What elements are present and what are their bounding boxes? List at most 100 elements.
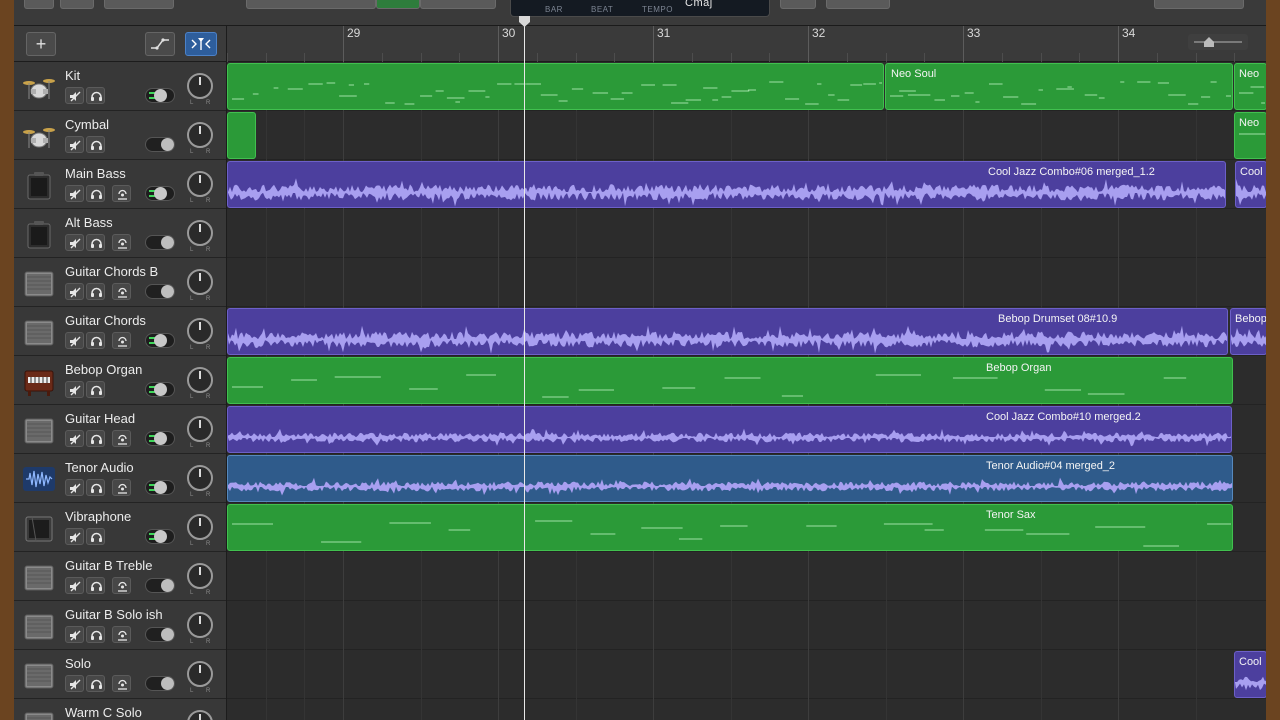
track-name[interactable]: Guitar Head <box>65 411 135 426</box>
track-volume-toggle[interactable] <box>145 235 175 250</box>
track-lane[interactable] <box>227 650 1266 699</box>
tuner-button[interactable] <box>780 0 816 9</box>
pan-knob[interactable] <box>187 269 213 295</box>
add-track-button[interactable]: + <box>26 32 56 56</box>
pan-knob[interactable] <box>187 367 213 393</box>
solo-button[interactable] <box>86 626 105 643</box>
pan-knob[interactable] <box>187 661 213 687</box>
track-name[interactable]: Guitar Chords B <box>65 264 158 279</box>
track-header[interactable]: Alt Bass L R <box>14 209 226 258</box>
track-volume-toggle[interactable] <box>145 627 175 642</box>
mute-button[interactable] <box>65 577 84 594</box>
record-enable-button[interactable] <box>112 577 131 594</box>
mute-button[interactable] <box>65 381 84 398</box>
track-name[interactable]: Warm C Solo <box>65 705 142 720</box>
track-header[interactable]: Tenor Audio L R <box>14 454 226 503</box>
track-header[interactable]: Vibraphone L R <box>14 503 226 552</box>
track-name[interactable]: Main Bass <box>65 166 126 181</box>
track-name[interactable]: Solo <box>65 656 91 671</box>
mute-button[interactable] <box>65 234 84 251</box>
track-header[interactable]: Guitar B Treble L R <box>14 552 226 601</box>
track-name[interactable]: Guitar B Solo ish <box>65 607 163 622</box>
solo-button[interactable] <box>86 87 105 104</box>
track-header[interactable]: Guitar Chords B L R <box>14 258 226 307</box>
track-lane[interactable] <box>227 258 1266 307</box>
track-name[interactable]: Cymbal <box>65 117 109 132</box>
record-enable-button[interactable] <box>112 185 131 202</box>
mute-button[interactable] <box>65 430 84 447</box>
help-button[interactable] <box>60 0 94 9</box>
pan-knob[interactable] <box>187 220 213 246</box>
track-volume-toggle[interactable] <box>145 480 175 495</box>
library-button[interactable] <box>24 0 54 9</box>
record-enable-button[interactable] <box>112 332 131 349</box>
track-lane[interactable] <box>227 111 1266 160</box>
play-button[interactable] <box>376 0 420 9</box>
pan-knob[interactable] <box>187 171 213 197</box>
mute-button[interactable] <box>65 626 84 643</box>
audio-region[interactable]: Cool <box>1234 651 1266 698</box>
solo-button[interactable] <box>86 528 105 545</box>
tracks-area[interactable]: Neo Soul Neo Neo Cool Jazz Combo#06 merged_… <box>226 62 1266 720</box>
track-volume-toggle[interactable] <box>145 137 175 152</box>
track-volume-toggle[interactable] <box>145 529 175 544</box>
track-volume-toggle[interactable] <box>145 186 175 201</box>
count-in-button[interactable] <box>826 0 890 9</box>
record-enable-button[interactable] <box>112 283 131 300</box>
track-header[interactable]: Main Bass L R <box>14 160 226 209</box>
mute-button[interactable] <box>65 136 84 153</box>
mute-button[interactable] <box>65 528 84 545</box>
track-volume-toggle[interactable] <box>145 676 175 691</box>
audio-region[interactable]: Bebop Drumset 08#10.9 <box>227 308 1228 355</box>
track-name[interactable]: Bebop Organ <box>65 362 142 377</box>
track-volume-toggle[interactable] <box>145 333 175 348</box>
pan-knob[interactable] <box>187 318 213 344</box>
track-name[interactable]: Tenor Audio <box>65 460 134 475</box>
pan-knob[interactable] <box>187 563 213 589</box>
playhead[interactable] <box>524 22 525 720</box>
audio-region[interactable]: Cool Jazz Combo#06 merged_1.2 <box>227 161 1226 208</box>
lcd-display[interactable]: BAR BEAT TEMPO Cmaj <box>510 0 770 17</box>
track-header[interactable]: Solo L R <box>14 650 226 699</box>
track-volume-toggle[interactable] <box>145 578 175 593</box>
track-header[interactable]: Guitar Head L R <box>14 405 226 454</box>
record-enable-button[interactable] <box>112 430 131 447</box>
record-enable-button[interactable] <box>112 626 131 643</box>
mute-button[interactable] <box>65 675 84 692</box>
midi-region[interactable]: Neo Soul <box>885 63 1233 110</box>
track-header[interactable]: Kit L R <box>14 62 226 111</box>
audio-region[interactable]: Cool Jazz Combo#10 merged.2 <box>227 406 1232 453</box>
pan-knob[interactable] <box>187 465 213 491</box>
solo-button[interactable] <box>86 185 105 202</box>
pan-knob[interactable] <box>187 416 213 442</box>
solo-button[interactable] <box>86 332 105 349</box>
track-lane[interactable] <box>227 699 1266 720</box>
timeline-ruler[interactable]: 29 30 31 32 33 34 <box>226 26 1266 62</box>
midi-region[interactable]: Bebop Organ <box>227 357 1233 404</box>
track-header[interactable]: Guitar B Solo ish L R <box>14 601 226 650</box>
solo-button[interactable] <box>86 136 105 153</box>
solo-button[interactable] <box>86 381 105 398</box>
pan-knob[interactable] <box>187 73 213 99</box>
track-header[interactable]: Guitar Chords L R <box>14 307 226 356</box>
smart-controls-button[interactable] <box>104 0 174 9</box>
track-name[interactable]: Kit <box>65 68 80 83</box>
flex-button[interactable] <box>185 32 217 56</box>
automation-button[interactable] <box>145 32 175 56</box>
solo-button[interactable] <box>86 430 105 447</box>
mute-button[interactable] <box>65 283 84 300</box>
track-name[interactable]: Guitar B Treble <box>65 558 152 573</box>
pan-knob[interactable] <box>187 710 213 720</box>
midi-region[interactable] <box>227 63 884 110</box>
record-enable-button[interactable] <box>112 675 131 692</box>
mute-button[interactable] <box>65 332 84 349</box>
pan-knob[interactable] <box>187 122 213 148</box>
record-enable-button[interactable] <box>112 479 131 496</box>
mute-button[interactable] <box>65 87 84 104</box>
track-name[interactable]: Vibraphone <box>65 509 131 524</box>
solo-button[interactable] <box>86 283 105 300</box>
track-name[interactable]: Guitar Chords <box>65 313 146 328</box>
track-volume-toggle[interactable] <box>145 382 175 397</box>
midi-region[interactable] <box>227 112 256 159</box>
solo-button[interactable] <box>86 234 105 251</box>
